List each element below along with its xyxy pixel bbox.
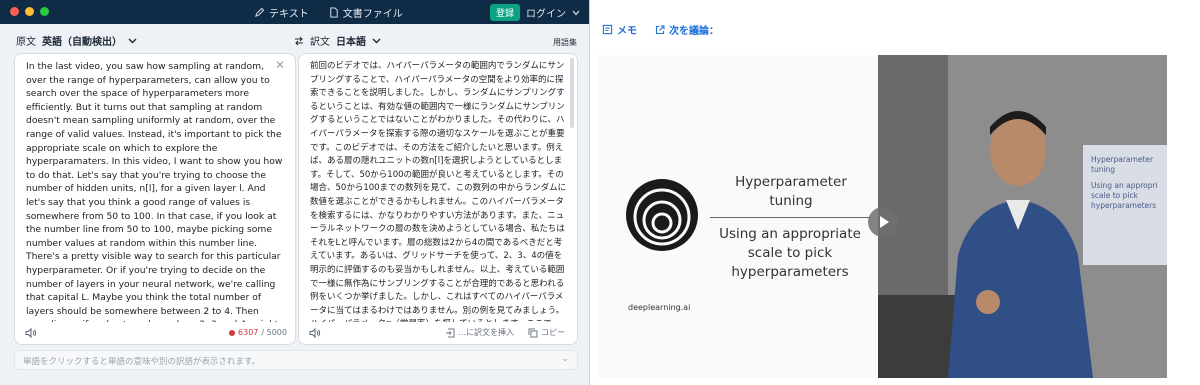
- target-panel-footer: ...に訳文を挿入 コピー: [299, 322, 577, 344]
- tab-text-label: テキスト: [269, 9, 309, 20]
- video-player[interactable]: deeplearning.ai Hyperparameter tuning Us…: [598, 55, 1167, 378]
- source-text: In the last video, you saw how sampling …: [26, 61, 283, 344]
- whiteboard-text: Hyperparameter tuning Using an appropri …: [1091, 155, 1167, 211]
- swap-languages-icon[interactable]: [294, 36, 304, 46]
- account-area: 登録 ログイン: [489, 4, 580, 21]
- chevron-down-icon[interactable]: ⌄: [561, 354, 569, 364]
- whiteboard-line: hyperparameters: [1091, 201, 1157, 210]
- play-icon: [880, 216, 889, 228]
- window-controls: [10, 7, 49, 16]
- insert-translation-button[interactable]: ...に訳文を挿入: [445, 327, 514, 338]
- lecturer-image: [878, 55, 1167, 378]
- dictionary-hint-text: 単語をクリックすると単語の意味や別の訳語が表示されます。: [23, 357, 261, 367]
- chevron-down-icon[interactable]: [128, 38, 137, 44]
- copy-icon: [528, 328, 538, 337]
- screen: テキスト 文書ファイル 登録 ログイン 原文 英語（自動検出） 訳文 日本語 用…: [0, 0, 1200, 385]
- chevron-down-icon[interactable]: [572, 10, 580, 16]
- copy-label: コピー: [541, 328, 565, 337]
- deeplearning-logo-icon: [626, 179, 698, 251]
- close-window-button[interactable]: [10, 7, 19, 16]
- whiteboard-line: Hyperparameter: [1091, 155, 1154, 164]
- translation-output: 前回のビデオでは、ハイパーパラメータの範囲内でランダムにサンプリングすることで、…: [310, 60, 568, 344]
- document-icon: [330, 7, 338, 18]
- next-discussion-link[interactable]: 次を議論：: [655, 22, 719, 37]
- external-link-icon: [655, 24, 665, 34]
- minimize-window-button[interactable]: [25, 7, 34, 16]
- login-button[interactable]: ログイン: [526, 5, 566, 20]
- translation-scrollbar[interactable]: [570, 58, 574, 128]
- slide-divider: [710, 217, 870, 218]
- whiteboard-line: tuning: [1091, 165, 1116, 174]
- title-bar: テキスト 文書ファイル 登録 ログイン: [0, 0, 589, 24]
- dictionary-hint-bar[interactable]: 単語をクリックすると単語の意味や別の訳語が表示されます。 ⌄: [14, 350, 578, 370]
- target-label: 訳文: [310, 37, 330, 48]
- target-language-select[interactable]: 日本語: [336, 33, 366, 48]
- target-language-bar: 訳文 日本語: [294, 33, 381, 48]
- logo-text: deeplearning.ai: [628, 303, 691, 312]
- mode-tabs: テキスト 文書ファイル: [254, 5, 403, 20]
- zoom-window-button[interactable]: [40, 7, 49, 16]
- source-panel-footer: 6307 / 5000: [15, 322, 295, 344]
- source-text-panel: In the last video, you saw how sampling …: [14, 53, 296, 345]
- copy-button[interactable]: コピー: [528, 327, 565, 338]
- next-discussion-label: 次を議論：: [669, 26, 719, 37]
- tab-text[interactable]: テキスト: [254, 5, 309, 20]
- memo-label: メモ: [617, 26, 637, 37]
- source-language-bar: 原文 英語（自動検出）: [16, 33, 137, 48]
- insert-icon: [446, 328, 455, 337]
- warning-dot-icon: [229, 329, 236, 336]
- memo-icon: [602, 24, 613, 35]
- register-button[interactable]: 登録: [489, 4, 520, 21]
- memo-link[interactable]: メモ: [602, 22, 637, 37]
- source-label: 原文: [16, 37, 36, 48]
- play-button[interactable]: [868, 207, 898, 237]
- character-counter: 6307 / 5000: [229, 328, 287, 337]
- lecture-slide: deeplearning.ai Hyperparameter tuning Us…: [598, 55, 878, 378]
- source-textarea[interactable]: In the last video, you saw how sampling …: [26, 60, 284, 344]
- pen-icon: [255, 7, 265, 17]
- course-page: メモ 次を議論： deeplearning.ai Hyperparameter …: [590, 0, 1200, 385]
- tab-document-label: 文書ファイル: [342, 9, 403, 20]
- translation-actions: ...に訳文を挿入 コピー: [445, 327, 565, 338]
- page-links: メモ 次を議論：: [602, 22, 719, 37]
- whiteboard-line: scale to pick: [1091, 191, 1138, 200]
- tab-document[interactable]: 文書ファイル: [329, 5, 403, 20]
- speaker-icon[interactable]: [25, 327, 37, 339]
- translator-window: テキスト 文書ファイル 登録 ログイン 原文 英語（自動検出） 訳文 日本語 用…: [0, 0, 590, 385]
- character-count: 6307: [238, 328, 259, 337]
- slide-title: Hyperparameter tuning: [735, 174, 847, 209]
- target-text-panel: 前回のビデオでは、ハイパーパラメータの範囲内でランダムにサンプリングすることで、…: [298, 53, 578, 345]
- speaker-icon[interactable]: [309, 327, 321, 339]
- source-language-select[interactable]: 英語（自動検出）: [42, 33, 122, 48]
- slide-subtitle: Using an appropriate scale to pick hyper…: [719, 226, 861, 280]
- translation-text: 前回のビデオでは、ハイパーパラメータの範囲内でランダムにサンプリングすることで、…: [310, 61, 567, 343]
- glossary-button[interactable]: 用語集: [553, 37, 577, 48]
- lecturer-camera: Hyperparameter tuning Using an appropri …: [878, 55, 1167, 378]
- insert-translation-label: ...に訳文を挿入: [458, 328, 514, 337]
- whiteboard-line: Using an appropri: [1091, 181, 1158, 190]
- character-limit: / 5000: [261, 328, 287, 337]
- chevron-down-icon[interactable]: [372, 38, 381, 44]
- clear-text-icon[interactable]: ✕: [275, 58, 285, 72]
